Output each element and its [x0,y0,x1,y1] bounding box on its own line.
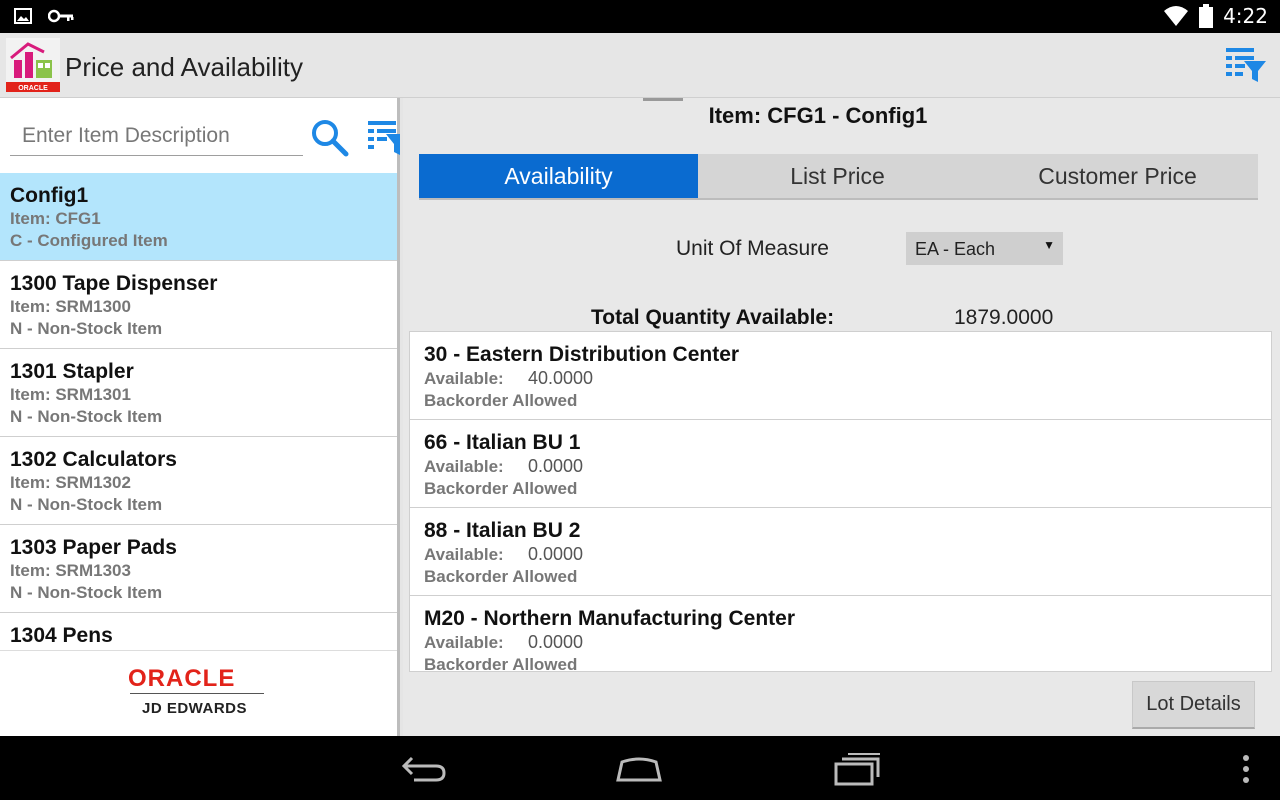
backorder-status: Backorder Allowed [424,391,578,410]
oracle-logo: ORACLE [128,665,236,692]
available-value: 0.0000 [528,632,584,652]
tab-list-price[interactable]: List Price [698,154,977,198]
item-name: 1302 Calculators [10,448,177,471]
available-value: 0.0000 [528,456,584,476]
uom-label: Unit Of Measure [676,237,829,260]
tab-customer-price[interactable]: Customer Price [977,154,1258,198]
app-logo-icon[interactable]: ORACLE [6,38,60,92]
total-quantity-label: Total Quantity Available: [591,306,835,329]
total-quantity-value: 1879.0000 [954,306,1054,329]
item-name: Config1 [10,184,89,207]
list-item[interactable]: 1303 Paper Pads Item: SRM1303 N - Non-St… [0,525,397,613]
recent-apps-icon[interactable] [832,752,882,786]
drag-handle[interactable] [643,98,683,101]
item-list-pane: Config1 Item: CFG1 C - Configured Item 1… [0,98,400,736]
available-value: 40.0000 [528,368,594,388]
list-item[interactable]: Config1 Item: CFG1 C - Configured Item [0,173,397,261]
available-label: Available: [424,457,504,476]
key-icon [48,9,74,23]
item-number: Item: SRM1302 [10,473,131,492]
search-bar [0,98,400,173]
backorder-status: Backorder Allowed [424,479,578,498]
location-name: 30 - Eastern Distribution Center [424,343,740,366]
list-item[interactable]: 1302 Calculators Item: SRM1302 N - Non-S… [0,437,397,525]
dropdown-arrow-icon: ▼ [1043,238,1055,252]
item-name: 1304 Pens [10,624,113,647]
location-row[interactable]: M20 - Northern Manufacturing Center Avai… [410,596,1271,672]
action-bar: ORACLE Price and Availability [0,33,1280,98]
wifi-icon [1164,6,1189,26]
available-label: Available: [424,633,504,652]
battery-icon [1199,4,1214,28]
clock: 4:22 [1223,4,1268,28]
item-type: C - Configured Item [10,231,168,250]
home-icon[interactable] [614,754,664,784]
available-value: 0.0000 [528,544,584,564]
location-row[interactable]: 30 - Eastern Distribution Center Availab… [410,332,1271,420]
item-list: Config1 Item: CFG1 C - Configured Item 1… [0,173,397,650]
image-icon [14,8,32,24]
back-icon[interactable] [400,754,448,784]
uom-dropdown[interactable]: EA - Each ▼ [906,232,1063,265]
app-logo-text: ORACLE [18,85,48,92]
item-number: Item: SRM1300 [10,297,131,316]
item-type: N - Non-Stock Item [10,319,163,338]
item-type: N - Non-Stock Item [10,495,163,514]
lot-details-button[interactable]: Lot Details [1132,681,1255,729]
available-label: Available: [424,545,504,564]
location-name: 66 - Italian BU 1 [424,431,581,454]
location-row[interactable]: 88 - Italian BU 2 Available: 0.0000 Backo… [410,508,1271,596]
search-icon[interactable] [310,118,350,158]
app-title: Price and Availability [65,52,303,82]
item-type: N - Non-Stock Item [10,583,163,602]
location-list: 30 - Eastern Distribution Center Availab… [409,331,1272,672]
available-label: Available: [424,369,504,388]
list-item[interactable]: 1301 Stapler Item: SRM1301 N - Non-Stock… [0,349,397,437]
backorder-status: Backorder Allowed [424,655,578,672]
filter-list-icon[interactable] [366,118,400,156]
location-name: 88 - Italian BU 2 [424,519,581,542]
detail-pane: Item: CFG1 - Config1 Availability List P… [403,98,1280,736]
item-type: N - Non-Stock Item [10,407,163,426]
item-header: Item: CFG1 - Config1 [708,103,928,128]
overflow-menu-icon[interactable] [1236,752,1256,786]
item-name: 1301 Stapler [10,360,134,383]
filter-list-icon[interactable] [1224,43,1268,87]
item-name: 1303 Paper Pads [10,536,177,559]
oracle-footer: ORACLE JD EDWARDS [0,650,397,736]
item-number: Item: SRM1303 [10,561,131,580]
item-number: Item: CFG1 [10,209,101,228]
location-name: M20 - Northern Manufacturing Center [424,607,796,630]
item-name: 1300 Tape Dispenser [10,272,218,295]
item-number: Item: SRM1301 [10,385,131,404]
navigation-bar [0,736,1280,800]
list-item[interactable]: 1304 Pens [0,613,397,650]
divider [130,693,264,694]
status-bar: 4:22 [0,0,1280,33]
location-row[interactable]: 66 - Italian BU 1 Available: 0.0000 Backo… [410,420,1271,508]
uom-value: EA - Each [915,239,996,259]
tab-availability[interactable]: Availability [419,154,698,198]
tab-bar: Availability List Price Customer Price [419,154,1258,200]
backorder-status: Backorder Allowed [424,567,578,586]
list-item[interactable]: 1300 Tape Dispenser Item: SRM1300 N - No… [0,261,397,349]
jd-edwards-label: JD EDWARDS [142,700,248,717]
search-input[interactable] [10,116,303,156]
